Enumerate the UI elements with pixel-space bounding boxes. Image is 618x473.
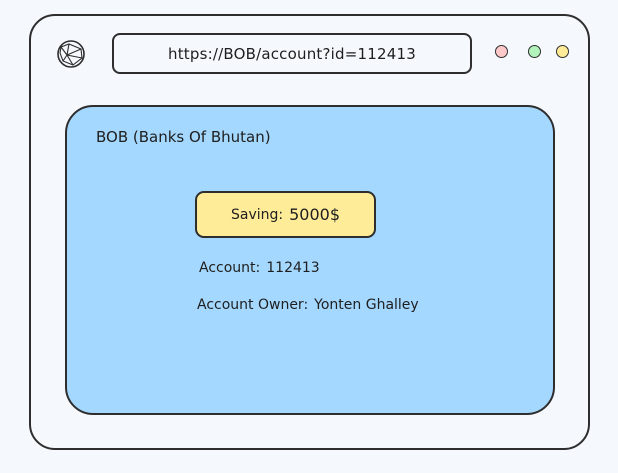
saving-balance-box: Saving: 5000$ bbox=[195, 191, 376, 238]
account-label: Account: bbox=[199, 260, 261, 276]
account-owner-label: Account Owner: bbox=[197, 297, 309, 313]
page-canvas: https://BOB/account?id=112413 BOB (Banks… bbox=[0, 0, 618, 473]
saving-amount: 5000$ bbox=[289, 205, 341, 224]
window-close-button[interactable] bbox=[495, 45, 508, 58]
window-maximize-button[interactable] bbox=[528, 45, 541, 58]
address-bar[interactable]: https://BOB/account?id=112413 bbox=[112, 33, 472, 74]
saving-label: Saving: bbox=[230, 206, 284, 223]
bank-name: BOB (Banks Of Bhutan) bbox=[96, 128, 271, 146]
account-owner-name: Yonten Ghalley bbox=[314, 297, 419, 313]
account-number: 112413 bbox=[266, 260, 320, 276]
account-owner-row: Account Owner: Yonten Ghalley bbox=[197, 297, 419, 313]
account-number-row: Account: 112413 bbox=[199, 260, 320, 276]
address-bar-url: https://BOB/account?id=112413 bbox=[168, 44, 416, 63]
window-minimize-button[interactable] bbox=[556, 45, 569, 58]
globe-icon bbox=[57, 40, 85, 68]
